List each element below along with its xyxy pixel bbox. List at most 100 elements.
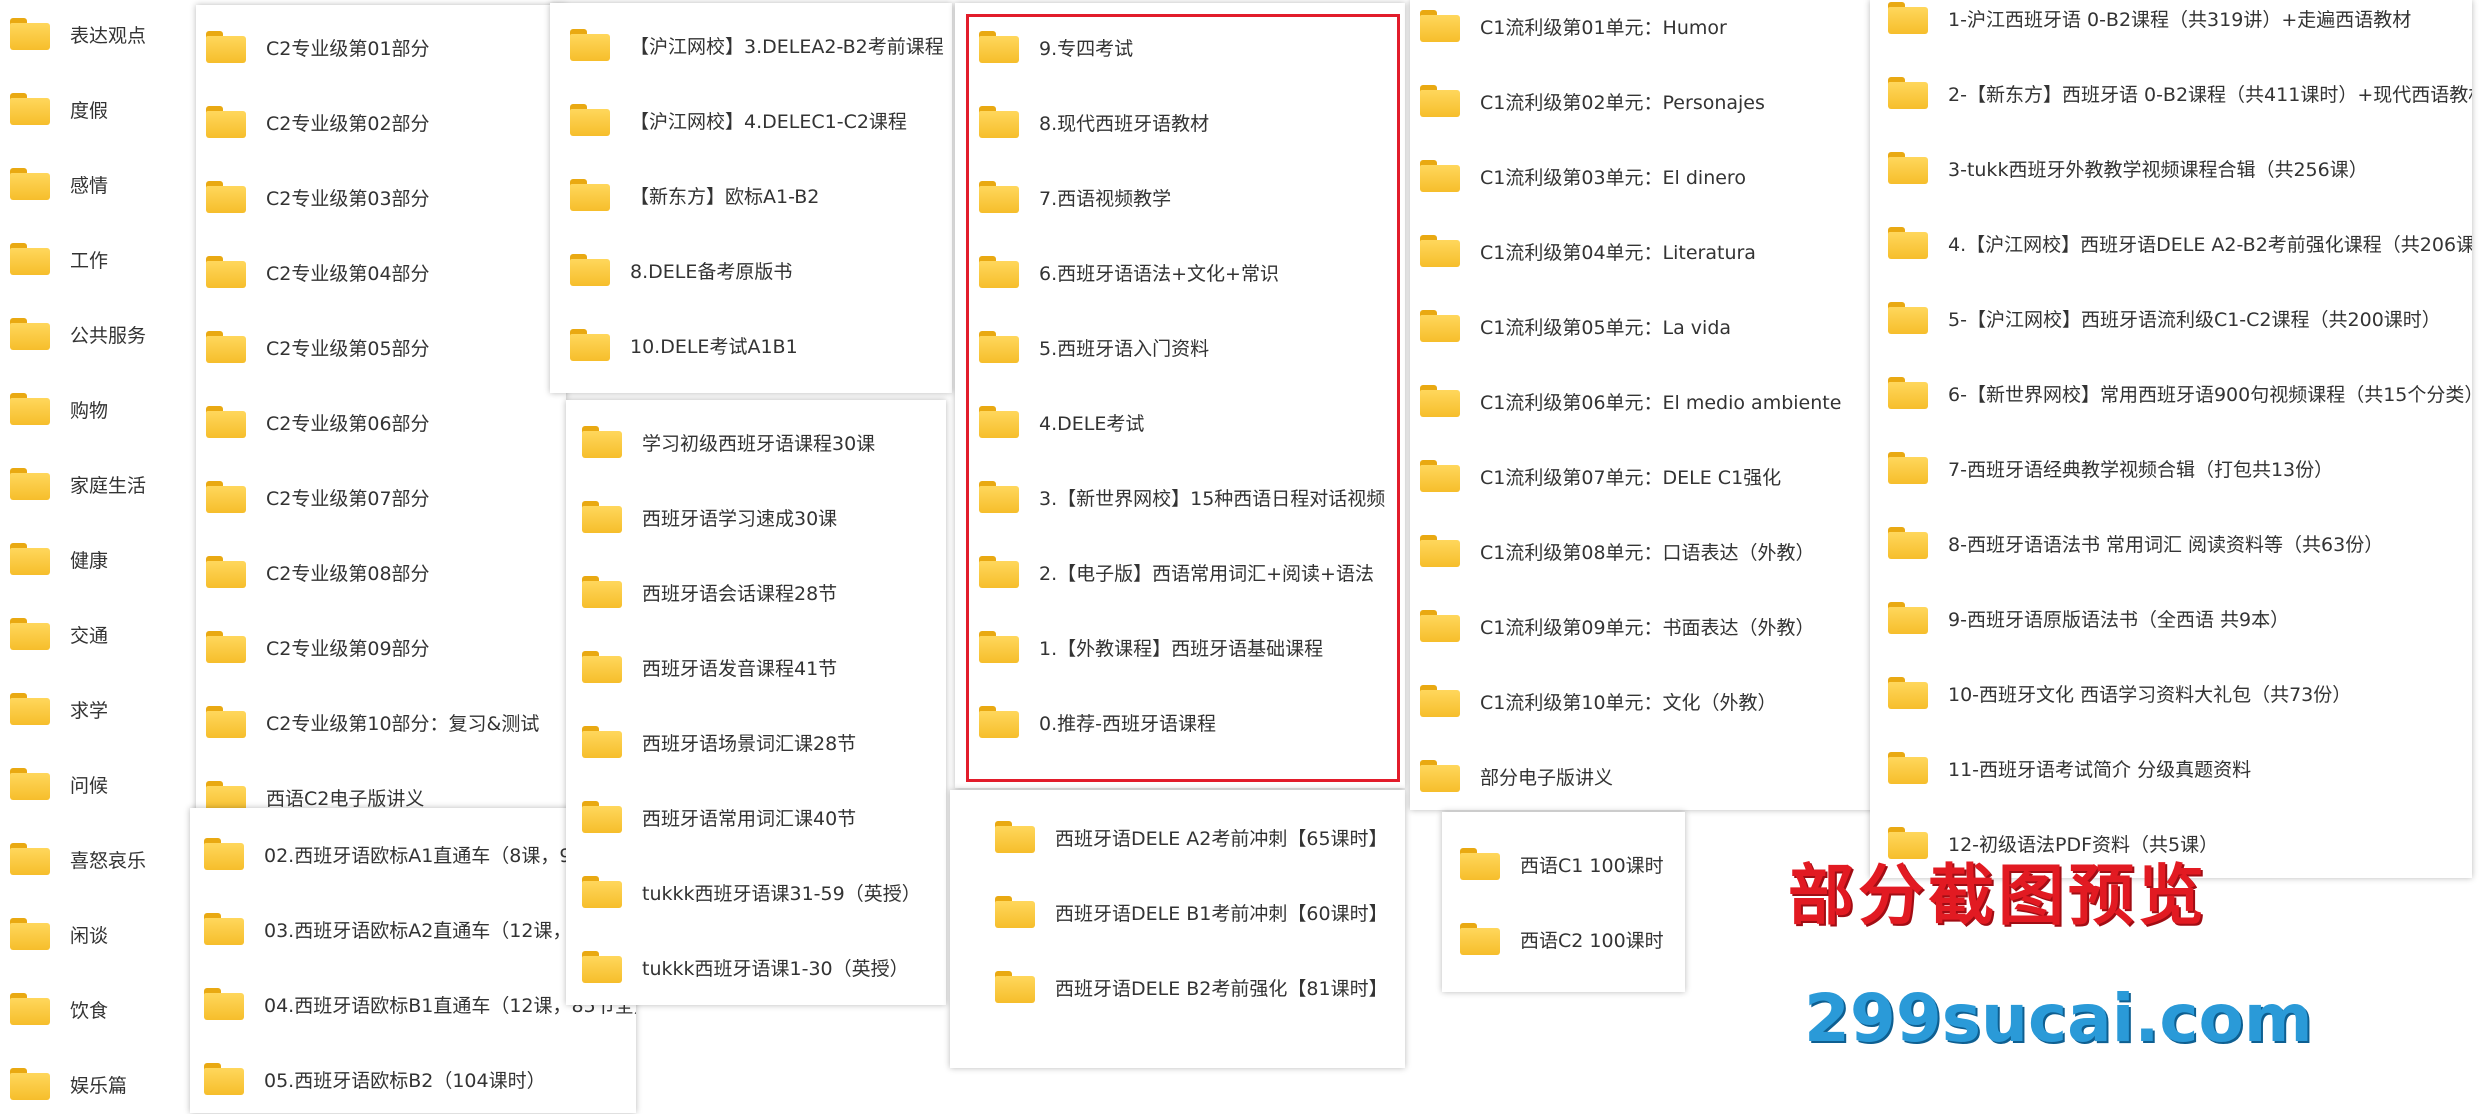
folder-item[interactable]: C2专业级第09部分: [196, 617, 566, 677]
folder-item[interactable]: C2专业级第06部分: [196, 392, 566, 452]
folder-icon: [1420, 235, 1460, 267]
folder-item[interactable]: 4.【沪江网校】西班牙语DELE A2-B2考前强化课程（共206课时）: [1870, 213, 2472, 273]
folder-item[interactable]: 西班牙语常用词汇课40节: [566, 787, 946, 847]
sidebar-item[interactable]: 问候: [0, 754, 190, 814]
sidebar-panel: 表达观点度假感情工作公共服务购物家庭生活健康交通求学问候喜怒哀乐闲谈饮食娱乐篇: [0, 0, 190, 1113]
folder-item[interactable]: 10.DELE考试A1B1: [550, 315, 952, 375]
folder-item[interactable]: C2专业级第02部分: [196, 92, 566, 152]
folder-icon: [204, 1063, 244, 1095]
folder-label: C1流利级第07单元：DELE C1强化: [1480, 466, 1782, 489]
sidebar-item[interactable]: 公共服务: [0, 304, 190, 364]
folder-label: C1流利级第05单元：La vida: [1480, 316, 1732, 339]
folder-item[interactable]: 【新东方】欧标A1-B2: [550, 165, 952, 225]
folder-item[interactable]: 学习初级西班牙语课程30课: [566, 412, 946, 472]
folder-item[interactable]: 05.西班牙语欧标B2（104课时）: [190, 1049, 636, 1109]
folder-item[interactable]: 10-西班牙文化 西语学习资料大礼包（共73份）: [1870, 663, 2472, 723]
folder-item[interactable]: 3-tukk西班牙外教教学视频课程合辑（共256课）: [1870, 138, 2472, 198]
folder-icon: [10, 18, 50, 50]
folder-label: C1流利级第10单元：文化（外教）: [1480, 691, 1777, 714]
folder-label: 西班牙语学习速成30课: [642, 507, 838, 530]
folder-item[interactable]: 5-【沪江网校】西班牙语流利级C1-C2课程（共200课时）: [1870, 288, 2472, 348]
folder-label: C2专业级第06部分: [266, 412, 430, 435]
folder-label: C2专业级第04部分: [266, 262, 430, 285]
folder-icon: [10, 393, 50, 425]
folder-panel-sprint: 西班牙语DELE A2考前冲刺【65课时】 西班牙语DELE B1考前冲刺【60课…: [950, 790, 1405, 1068]
folder-item[interactable]: 西班牙语会话课程28节: [566, 562, 946, 622]
folder-label: 5-【沪江网校】西班牙语流利级C1-C2课程（共200课时）: [1948, 308, 2441, 331]
folder-item[interactable]: 8-西班牙语语法书 常用词汇 阅读资料等（共63份）: [1870, 513, 2472, 573]
folder-item[interactable]: 【沪江网校】3.DELEA2-B2考前课程: [550, 15, 952, 75]
folder-icon: [582, 726, 622, 758]
folder-item[interactable]: C1流利级第03单元：El dinero: [1410, 146, 1875, 206]
folder-item[interactable]: C1流利级第08单元：口语表达（外教）: [1410, 521, 1875, 581]
sidebar-item[interactable]: 交通: [0, 604, 190, 664]
sidebar-item[interactable]: 健康: [0, 529, 190, 589]
folder-icon: [1888, 602, 1928, 634]
folder-icon: [10, 768, 50, 800]
folder-item[interactable]: 西班牙语DELE A2考前冲刺【65课时】: [950, 807, 1405, 867]
folder-icon: [570, 179, 610, 211]
folder-item[interactable]: 西班牙语发音课程41节: [566, 637, 946, 697]
folder-item[interactable]: 【沪江网校】4.DELEC1-C2课程: [550, 90, 952, 150]
folder-item[interactable]: 部分电子版讲义: [1410, 746, 1875, 806]
folder-item[interactable]: C1流利级第05单元：La vida: [1410, 296, 1875, 356]
folder-item[interactable]: 西语C2 100课时: [1442, 909, 1685, 969]
sidebar-item[interactable]: 娱乐篇: [0, 1054, 190, 1114]
folder-item[interactable]: 西班牙语学习速成30课: [566, 487, 946, 547]
sidebar-item[interactable]: 饮食: [0, 979, 190, 1039]
folder-item[interactable]: C2专业级第07部分: [196, 467, 566, 527]
folder-item[interactable]: C2专业级第03部分: [196, 167, 566, 227]
folder-label: 05.西班牙语欧标B2（104课时）: [264, 1069, 546, 1092]
sidebar-item[interactable]: 感情: [0, 154, 190, 214]
folder-icon: [206, 406, 246, 438]
folder-icon: [1888, 227, 1928, 259]
folder-item[interactable]: 2-【新东方】西班牙语 0-B2课程（共411课时）+现代西语教材: [1870, 63, 2472, 123]
folder-item[interactable]: C1流利级第09单元：书面表达（外教）: [1410, 596, 1875, 656]
folder-item[interactable]: C1流利级第01单元：Humor: [1410, 0, 1875, 56]
sidebar-item[interactable]: 工作: [0, 229, 190, 289]
folder-item[interactable]: C2专业级第04部分: [196, 242, 566, 302]
folder-item[interactable]: 西班牙语场景词汇课28节: [566, 712, 946, 772]
folder-label: 喜怒哀乐: [70, 849, 147, 872]
folder-item[interactable]: C1流利级第04单元：Literatura: [1410, 221, 1875, 281]
folder-item[interactable]: 8.DELE备考原版书: [550, 240, 952, 300]
folder-panel-c1: C1流利级第01单元：Humor C1流利级第02单元：Personajes C1流…: [1410, 0, 1875, 810]
folder-item[interactable]: 6-【新世界网校】常用西班牙语900句视频课程（共15个分类）: [1870, 363, 2472, 423]
folder-item[interactable]: 西班牙语DELE B1考前冲刺【60课时】: [950, 882, 1405, 942]
folder-item[interactable]: C2专业级第01部分: [196, 17, 566, 77]
folder-item[interactable]: 9-西班牙语原版语法书（全西语 共9本）: [1870, 588, 2472, 648]
folder-item[interactable]: C2专业级第10部分：复习&测试: [196, 692, 566, 752]
folder-item[interactable]: tukkk西班牙语课1-30（英授）: [566, 937, 946, 997]
folder-label: 西班牙语发音课程41节: [642, 657, 838, 680]
sidebar-item[interactable]: 度假: [0, 79, 190, 139]
folder-icon: [1420, 685, 1460, 717]
site-watermark: 299sucai.com: [1804, 980, 2313, 1057]
folder-icon: [1460, 923, 1500, 955]
folder-label: 娱乐篇: [70, 1074, 128, 1097]
folder-label: tukkk西班牙语课31-59（英授）: [642, 882, 921, 905]
folder-item[interactable]: tukkk西班牙语课31-59（英授）: [566, 862, 946, 922]
folder-icon: [1888, 752, 1928, 784]
folder-icon: [570, 329, 610, 361]
sidebar-item[interactable]: 喜怒哀乐: [0, 829, 190, 889]
folder-item[interactable]: C2专业级第05部分: [196, 317, 566, 377]
sidebar-item[interactable]: 求学: [0, 679, 190, 739]
folder-item[interactable]: 1-沪江西班牙语 0-B2课程（共319讲）+走遍西语教材: [1870, 0, 2472, 48]
folder-label: 西班牙语常用词汇课40节: [642, 807, 857, 830]
folder-icon: [1888, 452, 1928, 484]
folder-item[interactable]: C1流利级第07单元：DELE C1强化: [1410, 446, 1875, 506]
folder-item[interactable]: 西班牙语DELE B2考前强化【81课时】: [950, 957, 1405, 1017]
folder-item[interactable]: C1流利级第10单元：文化（外教）: [1410, 671, 1875, 731]
sidebar-item[interactable]: 购物: [0, 379, 190, 439]
folder-item[interactable]: 11-西班牙语考试简介 分级真题资料: [1870, 738, 2472, 798]
sidebar-item[interactable]: 家庭生活: [0, 454, 190, 514]
sidebar-item[interactable]: 闲谈: [0, 904, 190, 964]
folder-label: 西语C2 100课时: [1520, 929, 1664, 952]
folder-item[interactable]: C1流利级第06单元：El medio ambiente: [1410, 371, 1875, 431]
folder-icon: [1420, 310, 1460, 342]
folder-item[interactable]: C2专业级第08部分: [196, 542, 566, 602]
folder-item[interactable]: C1流利级第02单元：Personajes: [1410, 71, 1875, 131]
sidebar-item[interactable]: 表达观点: [0, 4, 190, 64]
folder-item[interactable]: 7-西班牙语经典教学视频合辑（打包共13份）: [1870, 438, 2472, 498]
folder-item[interactable]: 西语C1 100课时: [1442, 834, 1685, 894]
